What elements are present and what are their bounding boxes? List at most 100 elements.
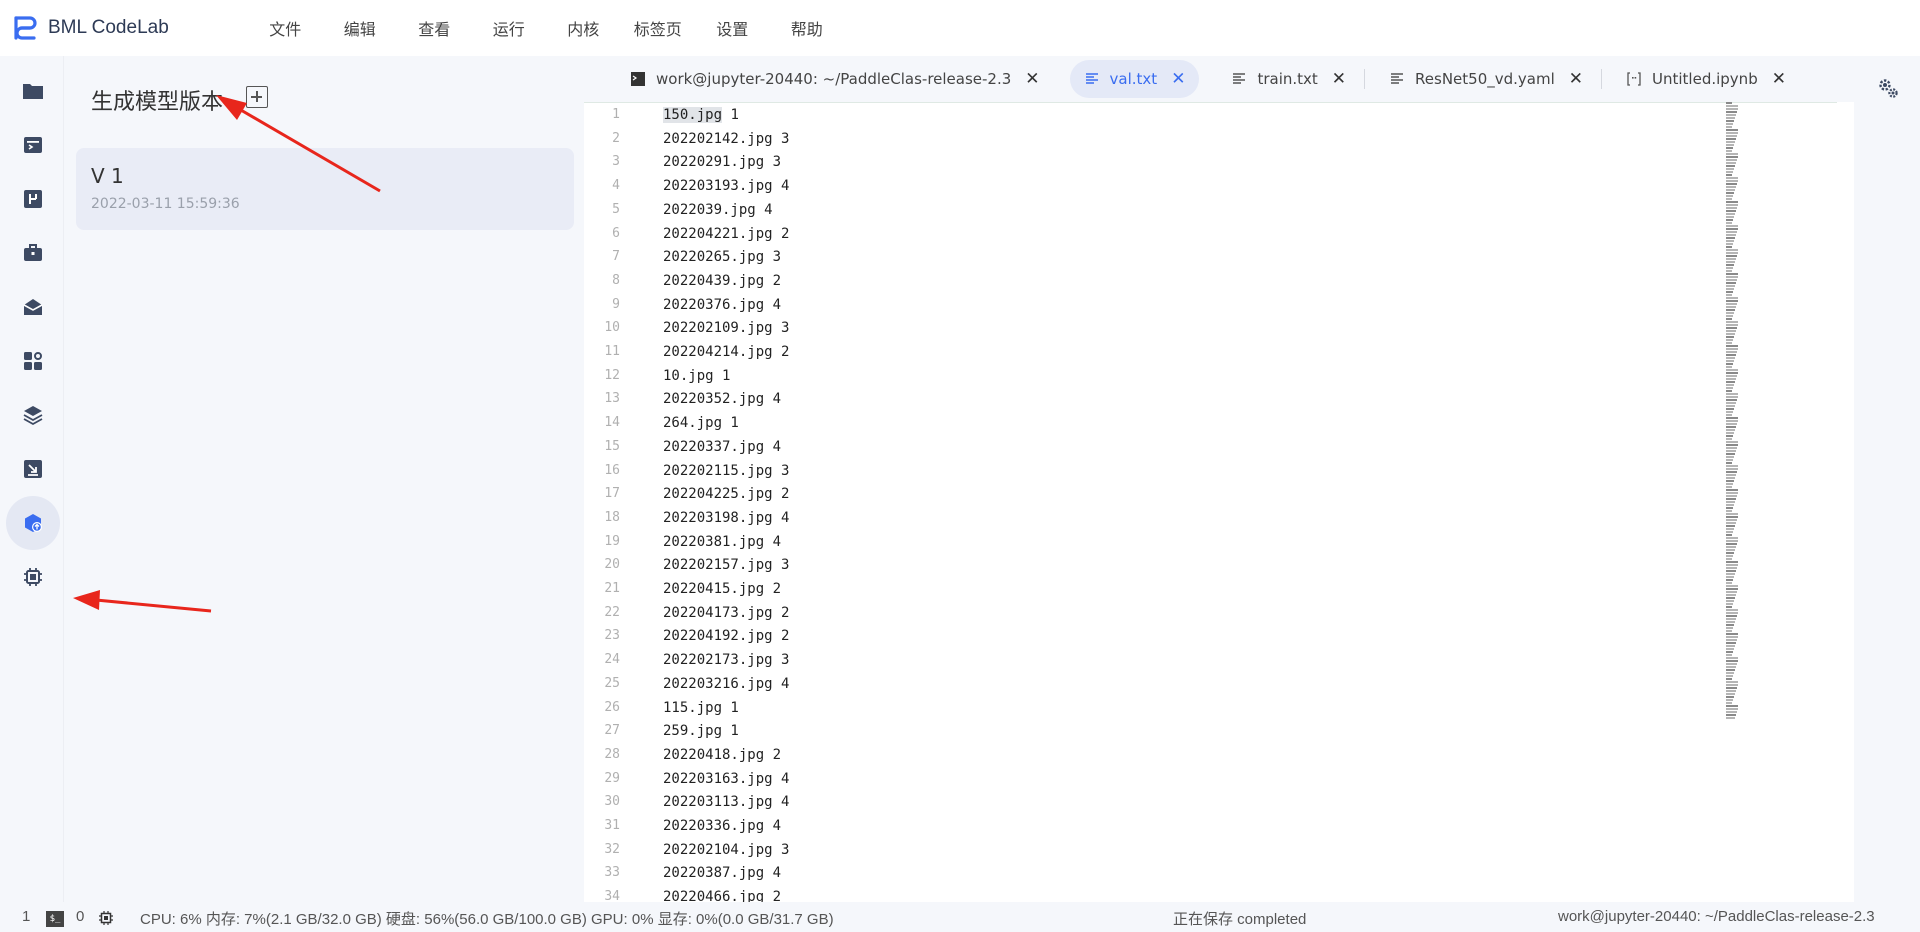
chip-icon [24,568,42,586]
minimap-line [1726,294,1732,296]
minimap-line [1726,609,1738,611]
sidebar-compute[interactable] [6,550,60,604]
menu-help[interactable]: 帮助 [770,16,845,40]
sidebar-toolbox[interactable] [6,226,60,280]
version-card[interactable]: V 1 2022-03-11 15:59:36 [76,148,574,230]
tab-terminal[interactable]: work@jupyter-20440: ~/PaddleClas-release… [616,60,1054,98]
menu-settings[interactable]: 设置 [695,16,770,40]
minimap-line [1726,450,1736,452]
minimap-line [1726,225,1738,227]
line-text: 20220415.jpg 2 [663,581,782,597]
terminal-status-icon[interactable]: $_ [46,911,64,927]
code-line: 31 20220336.jpg 4 [584,814,1784,838]
tab-train-txt[interactable]: train.txt ✕ [1217,60,1360,98]
minimap-line [1726,549,1735,551]
line-text: 10.jpg 1 [663,367,731,384]
line-text: 202203113.jpg 4 [663,794,790,811]
line-text: 20220466.jpg 2 [663,889,782,902]
line-number: 14 [604,415,620,431]
minimap-line [1726,243,1733,245]
property-inspector-gear-icon[interactable] [1876,76,1900,100]
line-number: 23 [604,628,620,644]
close-icon[interactable]: ✕ [1332,69,1346,89]
minimap-line [1726,507,1733,509]
minimap-line [1726,357,1735,359]
minimap-line [1726,654,1732,656]
line-number: 10 [604,320,620,336]
sidebar-running[interactable] [6,118,60,172]
minimap-line [1726,174,1732,176]
version-name: V 1 [91,164,124,188]
line-text: 20220439.jpg 2 [663,272,782,289]
minimap-line [1726,708,1738,710]
line-text: 150.jpg 1 [663,107,739,123]
code-line: 29 202203163.jpg 4 [584,767,1784,791]
minimap-line [1726,318,1732,320]
minimap-line [1726,327,1737,329]
chip-status-icon [99,911,113,925]
sidebar-layers[interactable] [6,388,60,442]
minimap-line [1726,714,1736,716]
tab-untitled-ipynb[interactable]: Untitled.ipynb ✕ [1612,60,1800,98]
sidebar-inbox[interactable] [6,280,60,334]
line-text: 202202104.jpg 3 [663,841,790,858]
minimap-line [1726,540,1738,542]
line-number: 4 [612,178,620,194]
code-line: 5 2022039.jpg 4 [584,198,1784,222]
sidebar-file-browser[interactable] [6,64,60,118]
minimap-line [1726,411,1733,413]
minimap-line [1726,606,1732,608]
line-number: 18 [604,509,620,525]
menu-run[interactable]: 运行 [472,16,547,40]
minimap-line [1726,366,1732,368]
line-number: 1 [612,107,620,122]
minimap-line [1726,438,1732,440]
minimap-line [1726,270,1732,272]
sidebar-download[interactable] [6,442,60,496]
code-line: 10 202202109.jpg 3 [584,316,1784,340]
sidebar-model-version[interactable] [6,496,60,550]
close-icon[interactable]: ✕ [1772,69,1786,89]
minimap-line [1726,258,1736,260]
menu-tabs[interactable]: 标签页 [621,16,696,40]
minimap-line [1726,624,1734,626]
minimap-line [1726,405,1735,407]
version-date: 2022-03-11 15:59:36 [91,196,240,212]
minimap-line [1726,102,1732,104]
code-line: 15 20220337.jpg 4 [584,435,1784,459]
minimap-line [1726,165,1735,167]
add-version-button[interactable] [246,86,268,108]
menu-view[interactable]: 查看 [397,16,472,40]
text-file-icon [1391,73,1404,84]
code-line: 28 20220418.jpg 2 [584,743,1784,767]
menu-file[interactable]: 文件 [248,16,323,40]
minimap-line [1726,462,1732,464]
code-line: 14 264.jpg 1 [584,411,1784,435]
tab-val-txt[interactable]: val.txt ✕ [1069,60,1200,98]
minimap[interactable] [1724,102,1738,720]
tab-resnet-yaml[interactable]: ResNet50_vd.yaml ✕ [1375,60,1597,98]
line-text: 115.jpg 1 [663,699,739,716]
close-icon[interactable]: ✕ [1569,69,1583,89]
line-number: 26 [604,699,620,715]
minimap-line [1726,255,1737,257]
line-text: 20220352.jpg 4 [663,391,782,408]
menu-kernel[interactable]: 内核 [546,16,621,40]
tab-divider [1364,69,1366,89]
close-icon[interactable]: ✕ [1171,69,1185,89]
code-line: 27 259.jpg 1 [584,719,1784,743]
minimap-line [1726,342,1732,344]
minimap-line [1726,297,1738,299]
text-editor[interactable]: 1 150.jpg 1 2 202202142.jpg 3 3 20220291.jpg … [584,102,1854,902]
line-number: 24 [604,652,620,668]
minimap-line [1726,339,1733,341]
minimap-line [1726,648,1734,650]
dataset-icon [24,190,42,208]
minimap-line [1726,246,1732,248]
close-icon[interactable]: ✕ [1025,69,1039,89]
sidebar-dataset[interactable] [6,172,60,226]
minimap-line [1726,453,1735,455]
menu-edit[interactable]: 编辑 [323,16,398,40]
minimap-line [1726,351,1737,353]
sidebar-extensions[interactable] [6,334,60,388]
